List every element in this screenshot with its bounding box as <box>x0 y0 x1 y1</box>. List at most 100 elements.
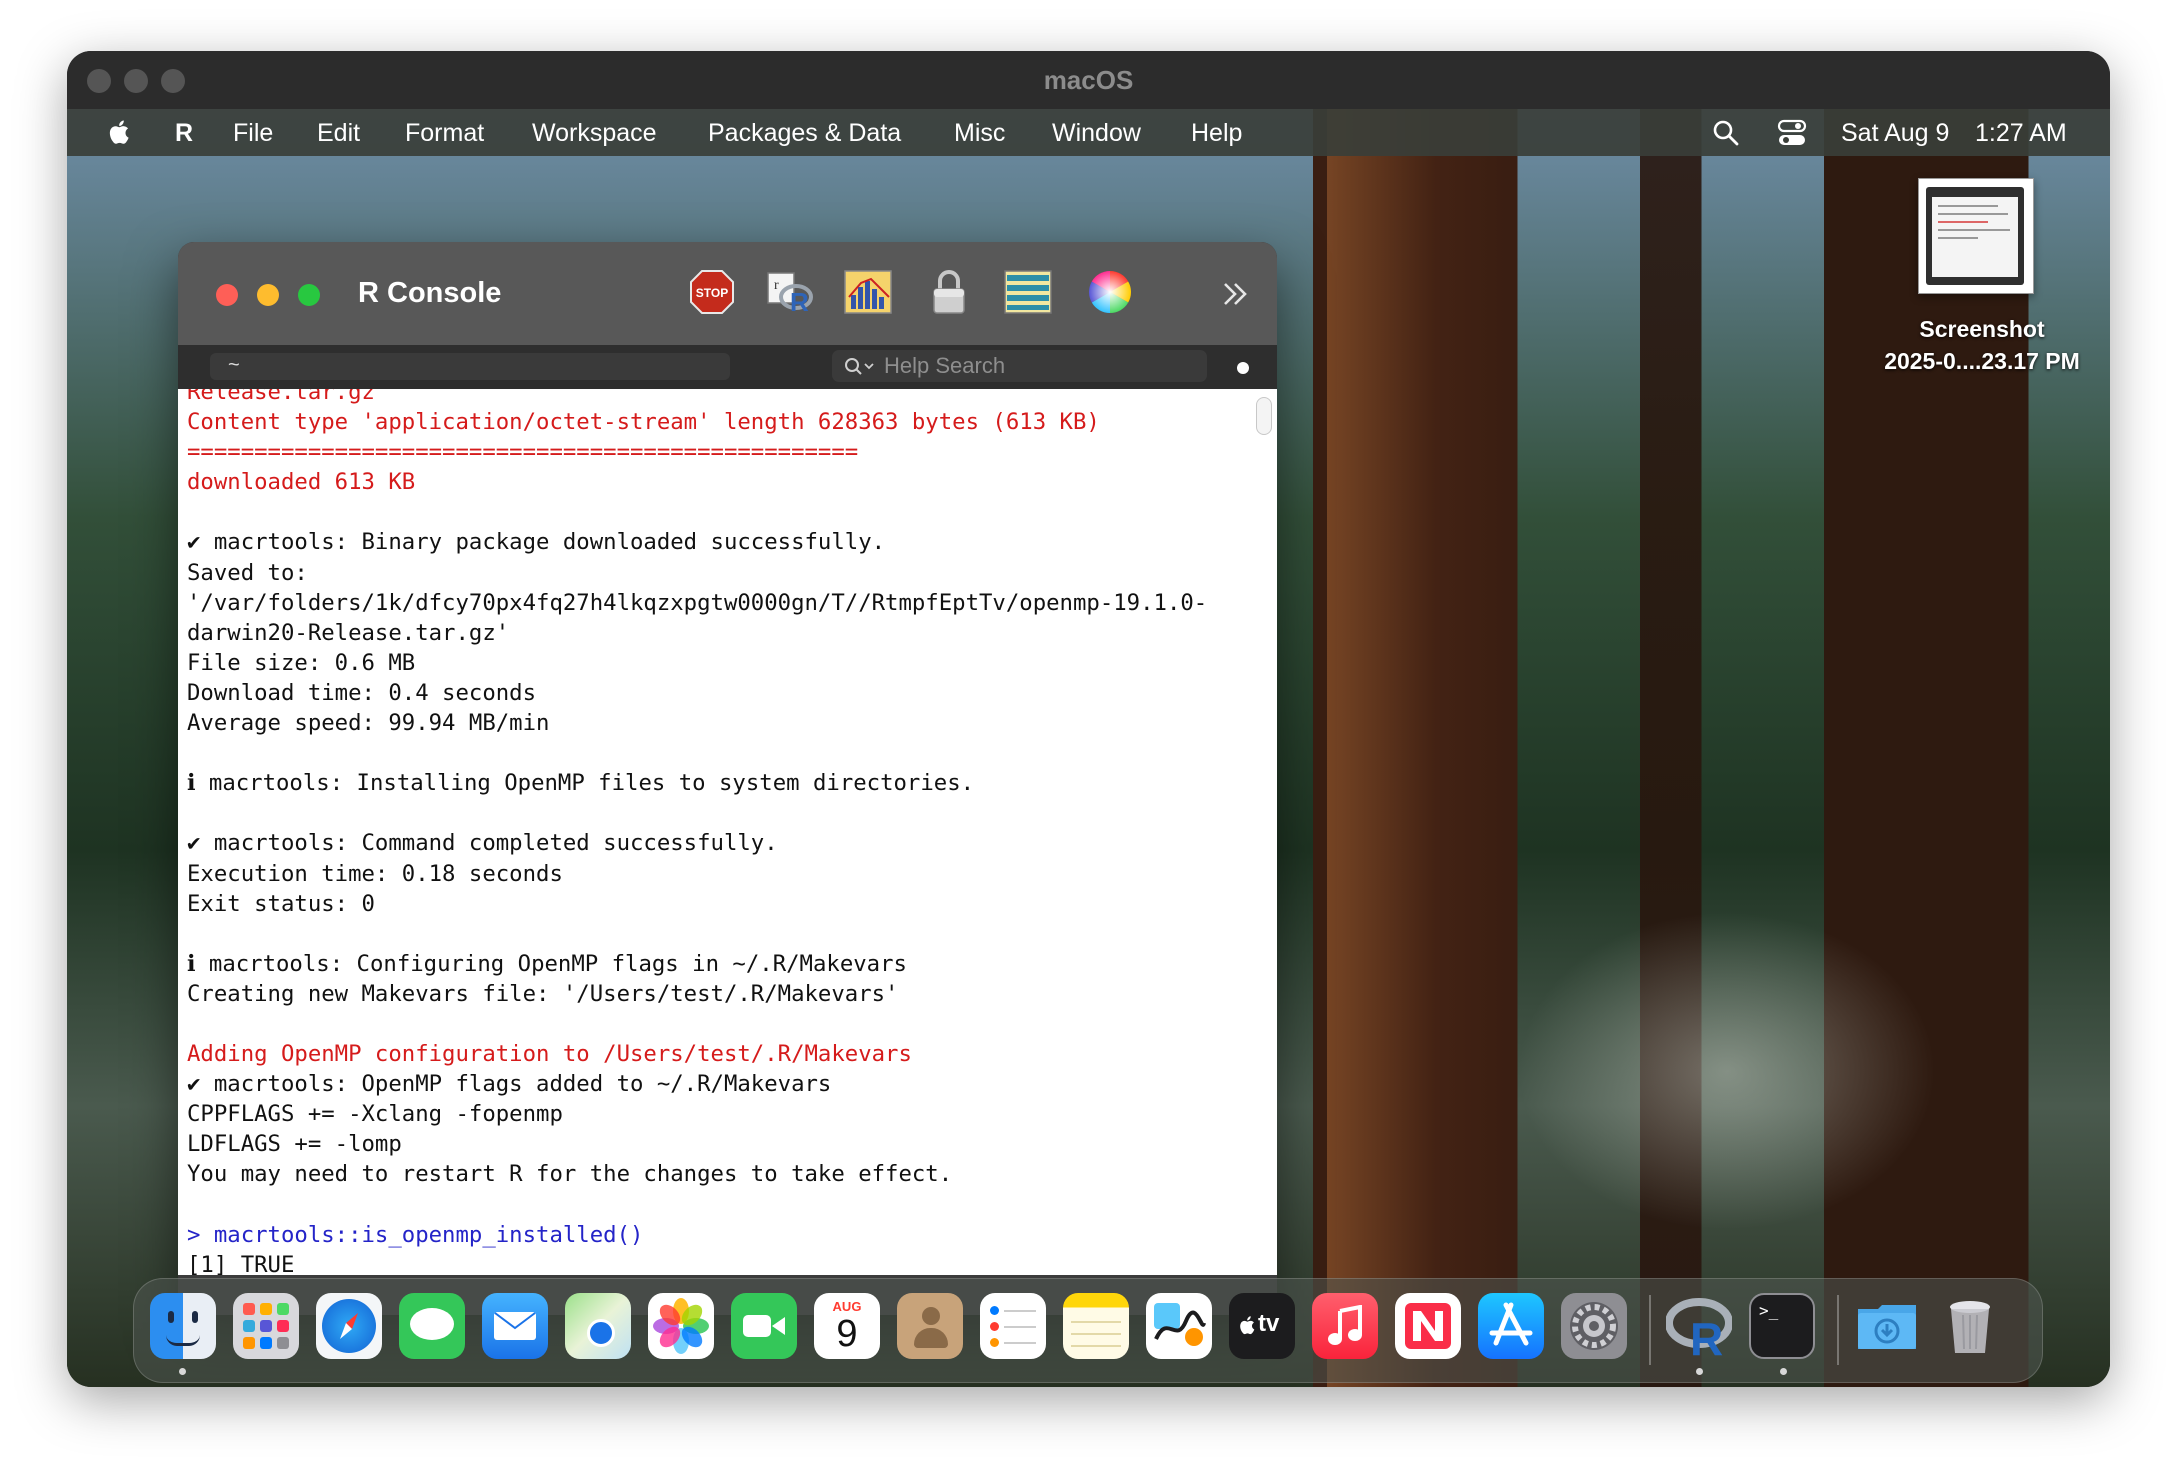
spotlight-search-icon[interactable] <box>1712 119 1740 147</box>
screenshot-file-label[interactable]: Screenshot 2025-0....23.17 PM <box>1867 313 2097 377</box>
svg-text:R: R <box>790 287 809 317</box>
console-output[interactable]: Release.tar.gz Content type 'application/… <box>178 389 1251 1275</box>
dock-app-store-icon[interactable] <box>1478 1293 1544 1359</box>
console-line: Content type 'application/octet-stream' … <box>187 409 1100 436</box>
menu-window[interactable]: Window <box>1052 119 1141 148</box>
dock-finder-icon[interactable] <box>150 1293 216 1359</box>
dock-terminal-icon[interactable]: >_ <box>1749 1293 1815 1359</box>
console-line: You may need to restart R for the change… <box>187 1161 953 1188</box>
r-logo-icon: R <box>1666 1298 1732 1359</box>
r-source-icon[interactable]: R r <box>764 267 814 317</box>
working-directory-field[interactable]: ~ <box>210 353 730 380</box>
dock-separator <box>1837 1295 1839 1365</box>
menu-help[interactable]: Help <box>1191 119 1242 148</box>
menu-app-r[interactable]: R <box>175 119 193 148</box>
dock-system-settings-icon[interactable] <box>1561 1293 1627 1359</box>
window-zoom-button[interactable] <box>298 284 320 306</box>
dock-news-icon[interactable] <box>1395 1293 1461 1359</box>
apple-menu-icon[interactable] <box>107 117 133 147</box>
dock-safari-icon[interactable] <box>316 1293 382 1359</box>
menu-workspace[interactable]: Workspace <box>532 119 657 148</box>
gear-icon <box>1570 1302 1618 1350</box>
color-wheel-icon[interactable] <box>1085 267 1135 317</box>
menu-packages-data[interactable]: Packages & Data <box>708 119 901 148</box>
photos-flower-icon <box>653 1298 709 1354</box>
dock-messages-icon[interactable] <box>399 1293 465 1359</box>
console-line: ℹ macrtools: Configuring OpenMP flags in… <box>187 950 907 977</box>
music-note-icon <box>1328 1305 1362 1345</box>
dock-photos-icon[interactable] <box>648 1293 714 1359</box>
freeform-squiggle-icon <box>1154 1303 1206 1346</box>
console-line: Execution time: 0.18 seconds <box>187 860 563 887</box>
console-line: Creating new Makevars file: '/Users/test… <box>187 980 899 1007</box>
control-center-icon[interactable] <box>1777 118 1807 148</box>
dock-mail-icon[interactable] <box>482 1293 548 1359</box>
dock-maps-icon[interactable] <box>565 1293 631 1359</box>
help-search-placeholder: Help Search <box>884 353 1006 378</box>
console-line: Average speed: 99.94 MB/min <box>187 710 550 737</box>
svg-text:STOP: STOP <box>696 286 728 300</box>
wallpaper-mist <box>1517 911 1937 1231</box>
dock-contacts-icon[interactable] <box>897 1293 963 1359</box>
dock-music-icon[interactable] <box>1312 1293 1378 1359</box>
svg-text:r: r <box>774 278 779 293</box>
menu-format[interactable]: Format <box>405 119 484 148</box>
menubar-date: Sat Aug 9 <box>1841 119 1950 147</box>
search-icon <box>845 358 874 375</box>
window-close-button[interactable] <box>216 284 238 306</box>
console-lines: Release.tar.gz Content type 'application/… <box>187 389 1207 1275</box>
dock-r-icon[interactable]: R <box>1666 1293 1732 1359</box>
dock-notes-icon[interactable] <box>1063 1293 1129 1359</box>
console-line: ✔ macrtools: Binary package downloaded s… <box>187 529 886 556</box>
quartz-icon[interactable] <box>843 267 893 317</box>
menubar-time: 1:27 AM <box>1975 119 2067 147</box>
console-line: ✔ macrtools: Command completed successfu… <box>187 830 778 857</box>
dock-launchpad-icon[interactable] <box>233 1293 299 1359</box>
compass-needle-icon <box>340 1313 358 1339</box>
console-line: LDFLAGS += -lomp <box>187 1131 402 1158</box>
dock-downloads-icon[interactable] <box>1854 1293 1920 1359</box>
menu-file[interactable]: File <box>233 119 273 148</box>
window-minimize-button[interactable] <box>257 284 279 306</box>
console-line: darwin20-Release.tar.gz' <box>187 619 510 646</box>
dock-tv-icon[interactable]: tv <box>1229 1293 1295 1359</box>
stop-icon[interactable]: STOP <box>687 267 737 317</box>
console-line: '/var/folders/1k/dfcy70px4fq27h4lkqzxpgt… <box>187 589 1208 616</box>
screenshot-file-icon[interactable] <box>1918 178 2034 294</box>
console-line: Download time: 0.4 seconds <box>187 679 537 706</box>
dock-calendar-icon[interactable]: AUG 9 <box>814 1293 880 1359</box>
console-line: Adding OpenMP configuration to /Users/te… <box>187 1041 912 1068</box>
r-console-window: R Console STOP R r ~ Help Search Release… <box>178 242 1277 1315</box>
menu-edit[interactable]: Edit <box>317 119 360 148</box>
busy-indicator <box>1237 362 1249 374</box>
data-table-icon[interactable] <box>1003 267 1053 317</box>
dock-reminders-icon[interactable] <box>980 1293 1046 1359</box>
help-search-field[interactable]: Help Search <box>832 350 1207 382</box>
dock-freeform-icon[interactable] <box>1146 1293 1212 1359</box>
console-line: ✔ macrtools: OpenMP flags added to ~/.R/… <box>187 1071 832 1098</box>
console-line: Saved to: <box>187 559 308 586</box>
scrollbar-thumb[interactable] <box>1256 397 1272 435</box>
trash-can-icon <box>1950 1301 1990 1353</box>
menu-misc[interactable]: Misc <box>954 119 1005 148</box>
lock-icon[interactable] <box>924 267 974 317</box>
overflow-chevron-icon[interactable] <box>1221 280 1251 308</box>
r-console-path-bar: ~ Help Search <box>178 345 1277 389</box>
console-line: downloaded 613 KB <box>187 469 416 496</box>
console-scrollbar[interactable] <box>1251 389 1277 1275</box>
app-store-a-icon <box>1489 1302 1533 1346</box>
frame-titlebar: macOS <box>67 51 2110 109</box>
envelope-icon <box>494 1312 536 1330</box>
dock-facetime-icon[interactable] <box>731 1293 797 1359</box>
dock: AUG 9 tv R >_ <box>133 1278 2043 1383</box>
dock-trash-icon[interactable] <box>1937 1293 2003 1359</box>
news-logo-icon <box>1405 1303 1451 1349</box>
console-line: File size: 0.6 MB <box>187 649 416 676</box>
console-line: > macrtools::is_openmp_installed() <box>187 1221 644 1248</box>
svg-text:R: R <box>1690 1313 1723 1359</box>
downloads-folder-icon <box>1858 1305 1916 1349</box>
